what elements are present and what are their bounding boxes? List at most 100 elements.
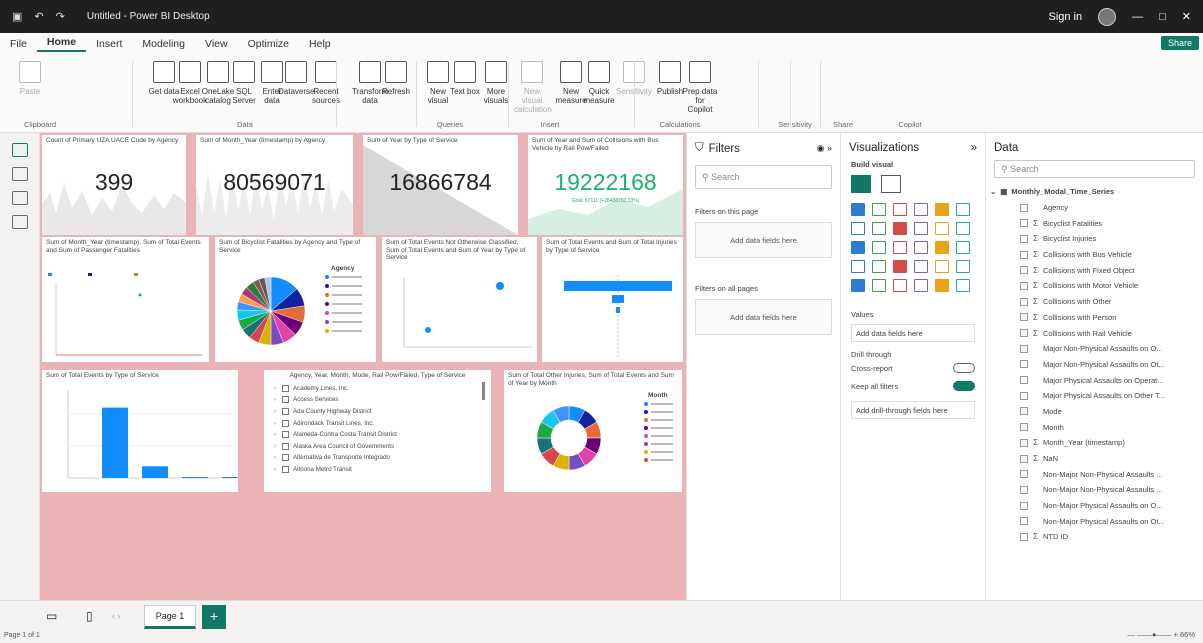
- bar[interactable]: [182, 477, 208, 478]
- share-button[interactable]: Share: [1160, 36, 1199, 50]
- field-checkbox[interactable]: [1020, 532, 1028, 541]
- chevron-right-icon[interactable]: ›: [274, 431, 282, 438]
- page-tab[interactable]: Page 1: [144, 605, 196, 629]
- field-item[interactable]: Σ Collisions with Fixed Object: [986, 262, 1203, 278]
- chevron-right-icon[interactable]: ›: [274, 454, 282, 461]
- slicer-checkbox[interactable]: [282, 396, 289, 404]
- visual-type-icon[interactable]: [914, 203, 928, 216]
- collapse-icon[interactable]: »: [971, 142, 977, 154]
- field-item[interactable]: Σ Bicyclist Injuries: [986, 231, 1203, 247]
- card-year-service[interactable]: Sum of Year by Type of Service 16866784: [363, 135, 518, 235]
- bar[interactable]: [222, 477, 238, 478]
- field-item[interactable]: Σ Bicyclist Fatalities: [986, 215, 1203, 231]
- visual-type-icon[interactable]: [914, 260, 928, 273]
- field-item[interactable]: Σ Month_Year (timestamp): [986, 435, 1203, 451]
- card-month-year[interactable]: Sum of Month_Year (timestamp) by Agency …: [196, 135, 353, 235]
- slicer-checkbox[interactable]: [282, 407, 289, 415]
- data-search-input[interactable]: ⚲ Search: [994, 160, 1195, 178]
- field-item[interactable]: Mode: [986, 404, 1203, 420]
- ribbon-button[interactable]: Recent sources: [308, 61, 344, 105]
- slicer-scrollbar[interactable]: [482, 382, 485, 400]
- visual-type-icon[interactable]: [935, 260, 949, 273]
- visual-type-icon[interactable]: [956, 241, 970, 254]
- field-checkbox[interactable]: [1020, 376, 1028, 385]
- scatter-point[interactable]: [496, 282, 504, 290]
- menu-view[interactable]: View: [195, 38, 238, 50]
- field-item[interactable]: Major Non-Physical Assaults on Ot...: [986, 357, 1203, 373]
- minimize-icon[interactable]: —: [1132, 11, 1143, 23]
- values-well[interactable]: Add data fields here: [851, 324, 975, 342]
- slicer-checkbox[interactable]: [282, 419, 289, 427]
- field-checkbox[interactable]: [1020, 423, 1028, 432]
- visual-type-icon[interactable]: [956, 222, 970, 235]
- field-checkbox[interactable]: [1020, 344, 1028, 353]
- table-view-icon[interactable]: [12, 167, 28, 181]
- chevron-right-icon[interactable]: ›: [274, 466, 282, 473]
- menu-optimize[interactable]: Optimize: [238, 38, 299, 50]
- menu-home[interactable]: Home: [36, 36, 87, 52]
- filters-all-well[interactable]: Add data fields here: [695, 299, 832, 335]
- report-canvas[interactable]: Count of Primary UZA UACE Code by Agency…: [40, 133, 686, 600]
- line-chart-visual[interactable]: Sum of Month_Year (timestamp), Sum of To…: [42, 237, 209, 362]
- scatter-point[interactable]: [425, 327, 431, 333]
- visual-type-icon[interactable]: [872, 279, 886, 292]
- menu-modeling[interactable]: Modeling: [132, 38, 195, 50]
- visual-type-icon[interactable]: [872, 260, 886, 273]
- field-item[interactable]: Σ Collisions with Bus Vehicle: [986, 247, 1203, 263]
- slicer-item[interactable]: › Alternativa de Transporte Integrado: [274, 452, 485, 464]
- model-view-icon[interactable]: [12, 191, 28, 205]
- field-item[interactable]: Σ Collisions with Person: [986, 310, 1203, 326]
- visual-type-icon[interactable]: [851, 241, 865, 254]
- close-icon[interactable]: ✕: [1182, 10, 1191, 23]
- visual-type-icon[interactable]: [956, 203, 970, 216]
- visual-type-icon[interactable]: [893, 260, 907, 273]
- visual-type-icon[interactable]: [956, 260, 970, 273]
- dax-query-icon[interactable]: [12, 215, 28, 229]
- visual-type-icon[interactable]: [935, 203, 949, 216]
- visual-type-icon[interactable]: [851, 260, 865, 273]
- field-item[interactable]: Non-Major Physical Assaults on O...: [986, 498, 1203, 514]
- format-visual-tab-icon[interactable]: [881, 175, 901, 193]
- field-checkbox[interactable]: [1020, 219, 1028, 228]
- field-item[interactable]: Σ Collisions with Rail Vehicle: [986, 325, 1203, 341]
- page-scroll-icon[interactable]: ‹ ›: [112, 611, 121, 621]
- visual-type-icon[interactable]: [914, 241, 928, 254]
- field-checkbox[interactable]: [1020, 407, 1028, 416]
- slicer-checkbox[interactable]: [282, 431, 289, 439]
- maximize-icon[interactable]: □: [1159, 11, 1166, 23]
- zoom-control[interactable]: — ——●—— + 66%: [1127, 630, 1195, 639]
- field-item[interactable]: Σ Collisions with Other: [986, 294, 1203, 310]
- menu-insert[interactable]: Insert: [86, 38, 132, 50]
- save-icon[interactable]: ▣: [12, 10, 22, 23]
- chevron-right-icon[interactable]: ›: [274, 396, 282, 403]
- slicer-checkbox[interactable]: [282, 465, 289, 473]
- field-checkbox[interactable]: [1020, 485, 1028, 494]
- visual-type-icon[interactable]: [893, 279, 907, 292]
- card-agency-count[interactable]: Count of Primary UZA UACE Code by Agency…: [42, 135, 186, 235]
- visual-type-icon[interactable]: [893, 203, 907, 216]
- ribbon-button[interactable]: Prep data for Copilot: [682, 61, 718, 114]
- field-item[interactable]: Major Physical Assaults on Operat...: [986, 372, 1203, 388]
- kpi-collisions-bus[interactable]: Sum of Year and Sum of Collisions with B…: [528, 135, 683, 235]
- visual-type-icon[interactable]: [914, 222, 928, 235]
- menu-file[interactable]: File: [0, 38, 37, 50]
- funnel-bar[interactable]: [616, 307, 620, 313]
- ribbon-button[interactable]: New visual calculation: [514, 61, 552, 114]
- funnel-bar[interactable]: [564, 281, 672, 291]
- add-page-button[interactable]: +: [202, 605, 226, 629]
- ribbon-button[interactable]: Paste: [12, 61, 48, 96]
- filters-search-input[interactable]: ⚲ Search: [695, 165, 832, 189]
- chevron-right-icon[interactable]: ›: [274, 408, 282, 415]
- field-item[interactable]: Σ NTD ID: [986, 529, 1203, 545]
- field-item[interactable]: Non-Major Physical Assaults on Ot...: [986, 513, 1203, 529]
- field-checkbox[interactable]: [1020, 438, 1028, 447]
- visual-type-icon[interactable]: [851, 203, 865, 216]
- visual-type-icon[interactable]: [893, 222, 907, 235]
- drill-through-well[interactable]: Add drill-through fields here: [851, 401, 975, 419]
- slicer-item[interactable]: › Alameda-Contra Costa Transit District: [274, 429, 485, 441]
- eye-icon[interactable]: ◉ »: [817, 143, 832, 154]
- chevron-right-icon[interactable]: ›: [274, 385, 282, 392]
- visual-type-icon[interactable]: [872, 203, 886, 216]
- bar[interactable]: [142, 466, 168, 478]
- slicer-checkbox[interactable]: [282, 384, 289, 392]
